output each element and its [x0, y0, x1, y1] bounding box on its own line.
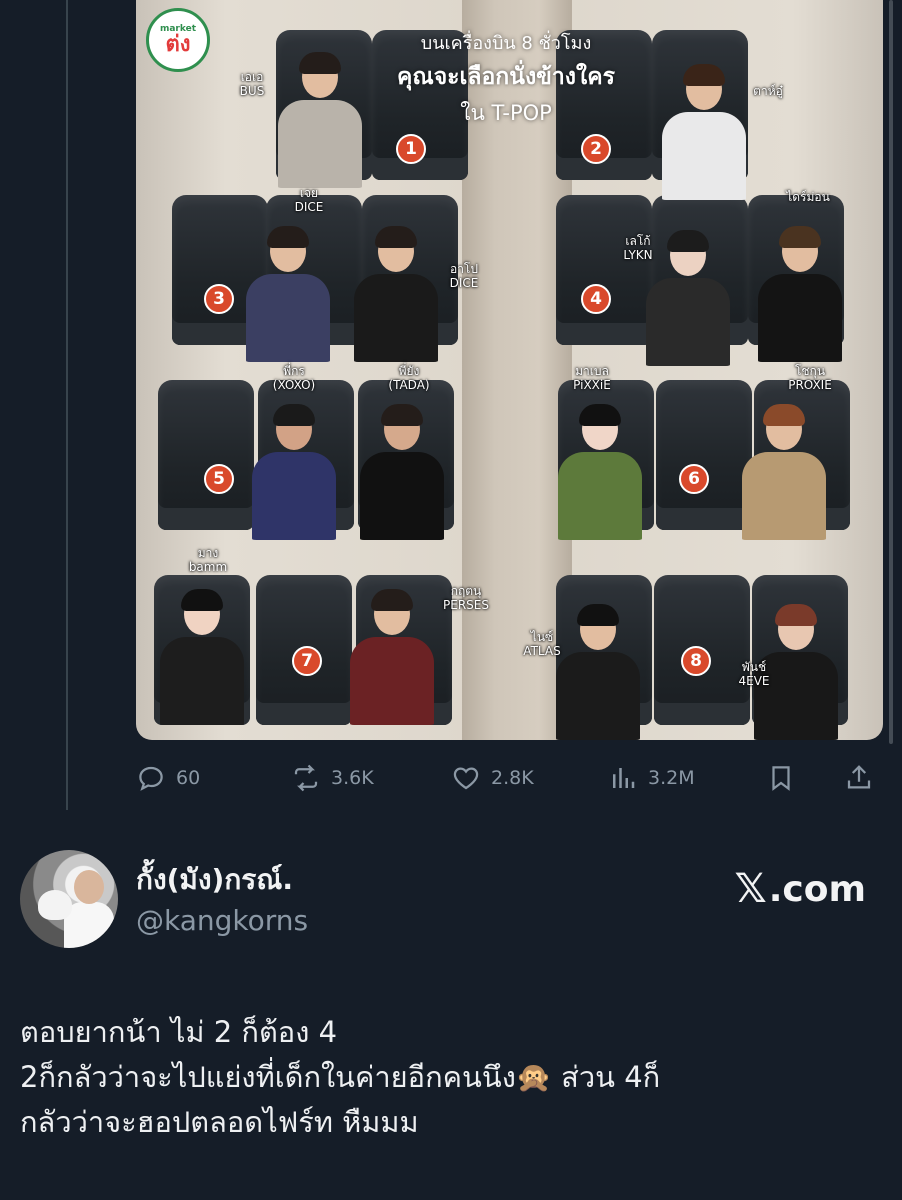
seat	[158, 380, 254, 530]
person-label: ไดร์ม่อน	[768, 190, 848, 204]
person-group: LYKN	[623, 248, 653, 262]
seat-number-badge: 2	[581, 134, 611, 164]
person-name: กฤตนุ	[450, 584, 482, 598]
person-group: bamm	[188, 560, 228, 574]
person-photo	[552, 400, 648, 540]
views-button[interactable]: 3.2M	[608, 758, 695, 798]
person-group: DICE	[449, 276, 479, 290]
person-group: PROXIE	[788, 378, 832, 392]
person-photo	[240, 222, 336, 362]
person-group: DICE	[294, 200, 324, 214]
repost-button[interactable]: 3.6K	[291, 758, 374, 798]
seat	[556, 195, 652, 345]
person-group: PiXXiE	[573, 378, 611, 392]
reply-count: 60	[176, 767, 201, 789]
person-label: มาเบล PiXXiE	[552, 364, 632, 392]
seat-number-badge: 3	[204, 284, 234, 314]
quoted-author: กั้ง(มัง)กรณ์. @kangkorns 𝕏 .com	[20, 848, 880, 958]
like-button[interactable]: 2.8K	[451, 758, 534, 798]
scrollbar[interactable]	[889, 0, 893, 744]
person-name: พี่ยัง	[398, 364, 420, 378]
person-name: อาโป	[449, 262, 478, 276]
person-photo	[348, 222, 444, 362]
like-count: 2.8K	[491, 767, 534, 789]
person-label: พี่กร (XOXO)	[254, 364, 334, 392]
person-name: ตาห์อู๋	[753, 84, 783, 98]
person-name: ไนซ์	[530, 630, 554, 644]
person-photo	[752, 222, 848, 362]
seat-number-badge: 8	[681, 646, 711, 676]
person-name: พี่กร	[283, 364, 305, 378]
market-logo: market ต่ง	[146, 8, 210, 72]
person-label: โชกุน PROXIE	[770, 364, 850, 392]
reply-icon	[139, 766, 163, 791]
thread-connector-line	[66, 0, 68, 810]
person-label: กฤตนุ PERSES	[426, 584, 506, 612]
repost-count: 3.6K	[331, 767, 374, 789]
seat-number-badge: 7	[292, 646, 322, 676]
x-logo-icon: 𝕏	[734, 866, 767, 912]
media-title-line3: ใน T-POP	[460, 101, 552, 125]
media-title-line1: บนเครื่องบิน 8 ชั่วโมง	[420, 33, 592, 54]
reply-button[interactable]: 60	[136, 758, 200, 798]
person-photo	[354, 400, 450, 540]
heart-icon	[453, 767, 479, 790]
tweet-text-line: กลัวว่าจะฮอปตลอดไฟร์ท หืมมม	[20, 1105, 419, 1139]
seat-number-badge: 4	[581, 284, 611, 314]
person-group: ATLAS	[523, 644, 561, 658]
person-label: เจย DICE	[269, 186, 349, 214]
person-photo	[154, 585, 250, 725]
media-title-line2: คุณจะเลือกนั่งข้างใคร	[396, 64, 616, 90]
person-photo	[550, 600, 646, 740]
tweet-text-line: ตอบยากน้า ไม่ 2 ก็ต้อง 4	[20, 1015, 338, 1049]
person-name: มาง	[197, 546, 219, 560]
person-photo	[736, 400, 832, 540]
person-photo	[246, 400, 342, 540]
repost-icon	[294, 764, 318, 792]
x-com-text: .com	[768, 868, 866, 910]
person-group: (XOXO)	[272, 378, 316, 392]
seat-number-badge: 6	[679, 464, 709, 494]
tweet-actions: 60 3.6K 2.8K 3.2M	[136, 758, 883, 798]
person-name: เจย	[299, 186, 319, 200]
bookmark-icon	[772, 766, 790, 791]
tweet-media-image[interactable]: 1 2 3 4 5 6 7 8 เอเอ BUS ตาห์อู๋ เจย DIC…	[136, 0, 883, 740]
logo-main-text: ต่ง	[165, 32, 191, 57]
person-name: พันช์	[741, 660, 767, 674]
person-label: ไนซ์ ATLAS	[502, 630, 582, 658]
person-label: อาโป DICE	[424, 262, 504, 290]
avatar[interactable]	[20, 850, 118, 948]
person-group: BUS	[239, 84, 265, 98]
views-count: 3.2M	[648, 767, 695, 789]
person-name: โชกุน	[794, 364, 826, 378]
person-label: ตาห์อู๋	[728, 84, 808, 98]
author-handle[interactable]: @kangkorns	[136, 904, 308, 937]
person-label: เลโก้ LYKN	[598, 234, 678, 262]
share-icon	[847, 765, 871, 789]
views-icon	[613, 768, 635, 788]
x-com-watermark: 𝕏 .com	[735, 866, 867, 912]
person-name: ไดร์ม่อน	[786, 190, 830, 204]
person-label: พันช์ 4EVE	[714, 660, 794, 688]
person-label: เอเอ BUS	[212, 70, 292, 98]
bookmark-button[interactable]	[766, 758, 806, 798]
person-name: เอเอ	[240, 70, 264, 84]
tweet-text-line: 2ก็กลัวว่าจะไปแย่งที่เด็กในค่ายอีกคนนึง🙊…	[20, 1060, 661, 1094]
person-name: มาเบล	[575, 364, 609, 378]
person-label: มาง bamm	[168, 546, 248, 574]
media-title: บนเครื่องบิน 8 ชั่วโมง คุณจะเลือกนั่งข้า…	[336, 28, 676, 130]
seat-number-badge: 1	[396, 134, 426, 164]
share-button[interactable]	[844, 758, 884, 798]
seat-number-badge: 5	[204, 464, 234, 494]
person-group: (TADA)	[388, 378, 430, 392]
tweet-text: ตอบยากน้า ไม่ 2 ก็ต้อง 4 2ก็กลัวว่าจะไปแ…	[20, 1010, 882, 1145]
person-name: เลโก้	[625, 234, 651, 248]
person-group: 4EVE	[738, 674, 770, 688]
author-display-name[interactable]: กั้ง(มัง)กรณ์.	[136, 858, 293, 902]
person-label: พี่ยัง (TADA)	[369, 364, 449, 392]
person-group: PERSES	[443, 598, 489, 612]
